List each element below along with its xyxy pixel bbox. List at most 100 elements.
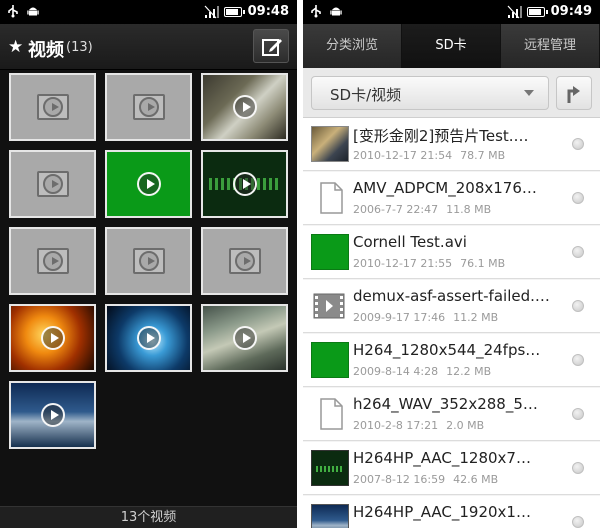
file-thumbnail [311, 450, 349, 486]
file-name: H264_1280x544_24fps… [353, 341, 541, 359]
gallery-header: ★ 视频 (13) [0, 24, 297, 70]
file-row[interactable]: Cornell Test.avi 2010-12-17 21:55 76.1 MB [303, 226, 600, 279]
signal-icon [507, 5, 522, 19]
tab-sd-card[interactable]: SD卡 [402, 24, 501, 68]
file-name: AMV_ADPCM_208x176… [353, 179, 537, 197]
up-arrow-icon [567, 86, 580, 103]
play-icon [138, 251, 159, 271]
play-icon [136, 172, 161, 196]
select-radio[interactable] [572, 300, 584, 312]
select-radio[interactable] [572, 192, 584, 204]
battery-icon [526, 7, 548, 17]
select-radio[interactable] [572, 246, 584, 258]
play-icon [42, 174, 63, 194]
signal-icon [204, 5, 219, 19]
file-row[interactable]: H264HP_AAC_1280x7… 2007-8-12 16:59 42.6 MB [303, 442, 600, 495]
video-thumbnail[interactable] [9, 227, 96, 295]
file-manager-screen: 09:49 分类浏览 SD卡 远程管理 SD卡/视频 [变形金刚2]预告片Tes… [303, 0, 600, 528]
usb-icon [6, 4, 20, 18]
file-date: 2010-12-17 21:54 [353, 149, 453, 162]
file-name: Cornell Test.avi [353, 233, 467, 251]
file-meta: 2010-12-17 21:54 78.7 MB [353, 149, 505, 162]
edit-button[interactable] [253, 29, 289, 63]
file-size: 11.2 MB [453, 311, 499, 324]
current-path: SD卡/视频 [330, 86, 402, 104]
file-size: 11.8 MB [446, 203, 492, 216]
select-radio[interactable] [572, 408, 584, 420]
chevron-down-icon [524, 90, 534, 96]
file-row[interactable]: [变形金刚2]预告片Test.… 2010-12-17 21:54 78.7 MB [303, 118, 600, 171]
video-thumbnail[interactable] [201, 150, 288, 218]
video-thumbnail[interactable] [201, 304, 288, 372]
usb-icon [309, 4, 323, 18]
file-row[interactable]: H264_1280x544_24fps… 2009-8-14 4:28 12.2 M… [303, 334, 600, 387]
file-name: [变形金刚2]预告片Test.… [353, 127, 529, 145]
status-time: 09:49 [550, 4, 592, 19]
video-thumbnail[interactable] [105, 150, 192, 218]
file-row[interactable]: AMV_ADPCM_208x176… 2006-7-7 22:47 11.8 MB [303, 172, 600, 225]
file-thumbnail [311, 504, 349, 528]
video-thumbnail[interactable] [201, 73, 288, 141]
file-thumbnail [311, 342, 349, 378]
play-icon [234, 251, 255, 271]
status-time: 09:48 [247, 4, 289, 19]
play-icon [40, 403, 65, 427]
file-name: h264_WAV_352x288_5… [353, 395, 538, 413]
file-row[interactable]: demux-asf-assert-failed.… 2009-9-17 17:46… [303, 280, 600, 333]
path-bar: SD卡/视频 [303, 68, 600, 118]
play-icon [42, 251, 63, 271]
file-thumbnail [311, 234, 349, 270]
up-folder-button[interactable] [556, 76, 592, 110]
video-thumbnail[interactable] [9, 304, 96, 372]
status-bar: 09:49 [303, 0, 600, 24]
select-radio[interactable] [572, 138, 584, 150]
file-name: demux-asf-assert-failed.… [353, 287, 550, 305]
file-name: H264HP_AAC_1920x1… [353, 503, 531, 521]
play-icon [232, 172, 257, 196]
play-icon [232, 95, 257, 119]
video-file-icon [313, 293, 345, 319]
file-icon [320, 398, 343, 430]
file-size: 42.6 MB [453, 473, 499, 486]
star-icon[interactable]: ★ [8, 37, 23, 57]
file-date: 2009-9-17 17:46 [353, 311, 446, 324]
edit-icon [262, 39, 282, 56]
select-radio[interactable] [572, 516, 584, 528]
file-row[interactable]: h264_WAV_352x288_5… 2010-2-8 17:21 2.0 MB [303, 388, 600, 441]
path-dropdown[interactable]: SD卡/视频 [311, 76, 549, 110]
play-icon [42, 97, 63, 117]
video-gallery-screen: 09:48 ★ 视频 (13) 13个视频 [0, 0, 297, 528]
file-size: 12.2 MB [446, 365, 492, 378]
video-count: (13) [66, 40, 93, 55]
file-meta: 2007-8-12 16:59 42.6 MB [353, 473, 498, 486]
status-bar: 09:48 [0, 0, 297, 24]
video-thumbnail[interactable] [9, 150, 96, 218]
play-icon [232, 326, 257, 350]
select-radio[interactable] [572, 354, 584, 366]
video-thumbnail[interactable] [201, 227, 288, 295]
video-thumbnail[interactable] [105, 227, 192, 295]
file-row[interactable]: H264HP_AAC_1920x1…2007-8-12 18:1070.5 MB [303, 496, 600, 528]
file-size: 76.1 MB [460, 257, 506, 270]
file-meta: 2010-12-17 21:55 76.1 MB [353, 257, 505, 270]
file-meta: 2006-7-7 22:47 11.8 MB [353, 203, 491, 216]
file-meta: 2010-2-8 17:21 2.0 MB [353, 419, 484, 432]
file-date: 2010-2-8 17:21 [353, 419, 439, 432]
android-icon [329, 4, 343, 18]
video-thumbnail[interactable] [105, 304, 192, 372]
tab-category-browse[interactable]: 分类浏览 [303, 24, 402, 68]
play-icon [40, 326, 65, 350]
select-radio[interactable] [572, 462, 584, 474]
video-thumbnail[interactable] [105, 73, 192, 141]
file-date: 2007-8-12 16:59 [353, 473, 446, 486]
video-thumbnail[interactable] [9, 381, 96, 449]
video-thumbnail[interactable] [9, 73, 96, 141]
file-date: 2006-7-7 22:47 [353, 203, 439, 216]
tab-bar: 分类浏览 SD卡 远程管理 [303, 24, 600, 68]
battery-icon [223, 7, 245, 17]
file-date: 2009-8-14 4:28 [353, 365, 439, 378]
file-size: 2.0 MB [446, 419, 485, 432]
tab-remote-manage[interactable]: 远程管理 [501, 24, 600, 68]
file-size: 78.7 MB [460, 149, 506, 162]
file-icon [320, 182, 343, 214]
